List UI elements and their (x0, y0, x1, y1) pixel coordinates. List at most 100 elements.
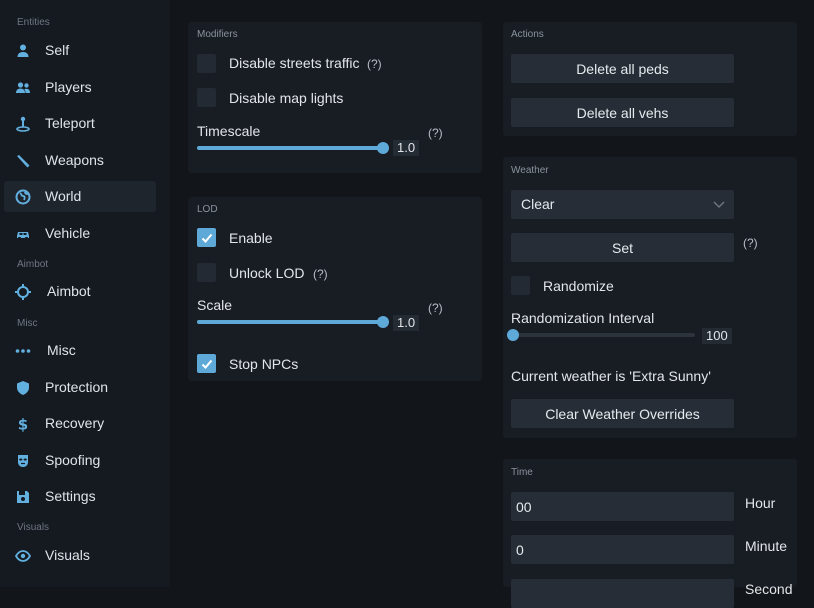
help-marker[interactable]: (?) (743, 236, 758, 250)
globe-icon (15, 189, 31, 205)
sidebar-item-label: Self (45, 42, 70, 58)
timescale-label: Timescale (197, 123, 261, 139)
car-icon (15, 226, 31, 242)
sidebar-item-visuals[interactable]: Visuals (4, 540, 156, 571)
lod-enable-label: Enable (229, 230, 273, 246)
chevron-down-icon (713, 201, 725, 209)
sidebar-item-label: Players (45, 79, 92, 95)
check-icon (201, 359, 212, 369)
section-label-visuals: Visuals (17, 522, 50, 533)
lod-enable-checkbox[interactable] (197, 228, 216, 247)
ellipsis-icon (15, 343, 31, 359)
sidebar-item-settings[interactable]: Settings (4, 481, 156, 512)
help-marker[interactable]: (?) (313, 267, 328, 281)
sidebar-item-players[interactable]: Players (4, 72, 156, 103)
sidebar: Entities Self Players Teleport Weapons W… (0, 0, 170, 587)
hour-label: Hour (745, 495, 776, 511)
sidebar-item-label: Vehicle (45, 225, 91, 241)
panel-title: Time (511, 467, 533, 478)
sidebar-item-world[interactable]: World (4, 181, 156, 212)
slider-fill (197, 320, 383, 324)
minute-value: 0 (516, 542, 524, 558)
weapon-icon (15, 153, 31, 169)
timescale-value: 1.0 (393, 140, 420, 156)
randomize-label: Randomize (543, 278, 614, 294)
weather-selected-value: Clear (521, 196, 555, 212)
lod-panel: LOD Enable Unlock LOD (?) Scale (?) 1.0 … (188, 197, 482, 381)
crosshair-icon (15, 284, 31, 300)
section-label-misc: Misc (17, 318, 38, 329)
current-weather-text: Current weather is 'Extra Sunny' (511, 368, 711, 384)
help-marker[interactable]: (?) (428, 126, 443, 140)
disable-traffic-checkbox[interactable] (197, 54, 216, 73)
players-icon (15, 80, 31, 96)
second-input[interactable] (511, 579, 734, 608)
time-panel: Time 00 Hour 0 Minute Second (503, 459, 797, 608)
help-marker[interactable]: (?) (428, 301, 443, 315)
sidebar-item-self[interactable]: Self (4, 35, 156, 66)
sidebar-item-recovery[interactable]: $ Recovery (4, 408, 156, 439)
sidebar-item-label: Visuals (45, 547, 90, 563)
sidebar-item-label: Misc (47, 342, 76, 358)
disable-traffic-label: Disable streets traffic (229, 55, 360, 71)
second-label: Second (745, 581, 793, 597)
person-icon (15, 43, 31, 59)
panel-title: Weather (511, 165, 549, 176)
slider-knob[interactable] (377, 142, 389, 154)
save-icon (15, 489, 31, 505)
sidebar-item-misc[interactable]: Misc (4, 335, 156, 366)
teleport-icon (15, 116, 31, 132)
slider-knob[interactable] (377, 316, 389, 328)
timescale-slider[interactable] (197, 142, 389, 154)
sidebar-item-label: Settings (45, 488, 96, 504)
disable-lights-checkbox[interactable] (197, 88, 216, 107)
help-marker[interactable]: (?) (367, 57, 382, 71)
randomize-checkbox[interactable] (511, 276, 530, 295)
minute-input[interactable]: 0 (511, 535, 734, 564)
scale-label: Scale (197, 297, 233, 313)
minute-label: Minute (745, 538, 788, 554)
randomization-interval-value: 100 (702, 328, 732, 344)
panel-title: LOD (197, 204, 218, 215)
unlock-lod-checkbox[interactable] (197, 263, 216, 282)
sidebar-item-weapons[interactable]: Weapons (4, 145, 156, 176)
mask-icon (15, 453, 31, 469)
clear-weather-overrides-button[interactable]: Clear Weather Overrides (511, 399, 734, 428)
shield-icon (15, 380, 31, 396)
set-weather-button[interactable]: Set (511, 233, 734, 262)
panel-title: Actions (511, 29, 544, 40)
delete-peds-button[interactable]: Delete all peds (511, 54, 734, 83)
dollar-icon: $ (15, 416, 31, 432)
weather-panel: Weather Clear Set (?) Randomize Randomiz… (503, 157, 797, 438)
sidebar-item-label: Spoofing (45, 452, 101, 468)
randomization-interval-slider[interactable] (507, 329, 695, 341)
delete-vehs-button[interactable]: Delete all vehs (511, 98, 734, 127)
hour-input[interactable]: 00 (511, 492, 734, 521)
actions-panel: Actions Delete all peds Delete all vehs (503, 22, 797, 136)
section-label-aimbot: Aimbot (17, 259, 49, 270)
sidebar-item-aimbot[interactable]: Aimbot (4, 276, 156, 307)
section-label-entities: Entities (17, 17, 50, 28)
scale-slider[interactable] (197, 316, 389, 328)
sidebar-item-teleport[interactable]: Teleport (4, 108, 156, 139)
sidebar-item-label: Teleport (45, 115, 95, 131)
disable-lights-label: Disable map lights (229, 90, 344, 106)
unlock-lod-label: Unlock LOD (229, 265, 305, 281)
weather-dropdown[interactable]: Clear (511, 190, 734, 219)
stop-npcs-checkbox[interactable] (197, 354, 216, 373)
sidebar-item-label: Recovery (45, 415, 105, 431)
slider-fill (197, 146, 383, 150)
randomization-interval-label: Randomization Interval (511, 310, 655, 326)
stop-npcs-label: Stop NPCs (229, 356, 299, 372)
sidebar-item-label: Weapons (45, 152, 104, 168)
sidebar-item-vehicle[interactable]: Vehicle (4, 218, 156, 249)
sidebar-item-label: World (45, 188, 82, 204)
panel-title: Modifiers (197, 29, 238, 40)
sidebar-item-protection[interactable]: Protection (4, 372, 156, 403)
slider-knob[interactable] (507, 329, 519, 341)
sidebar-item-spoofing[interactable]: Spoofing (4, 445, 156, 476)
sidebar-item-label: Aimbot (47, 283, 91, 299)
hour-value: 00 (516, 499, 532, 515)
svg-text:$: $ (18, 416, 28, 432)
eye-icon (15, 548, 31, 564)
